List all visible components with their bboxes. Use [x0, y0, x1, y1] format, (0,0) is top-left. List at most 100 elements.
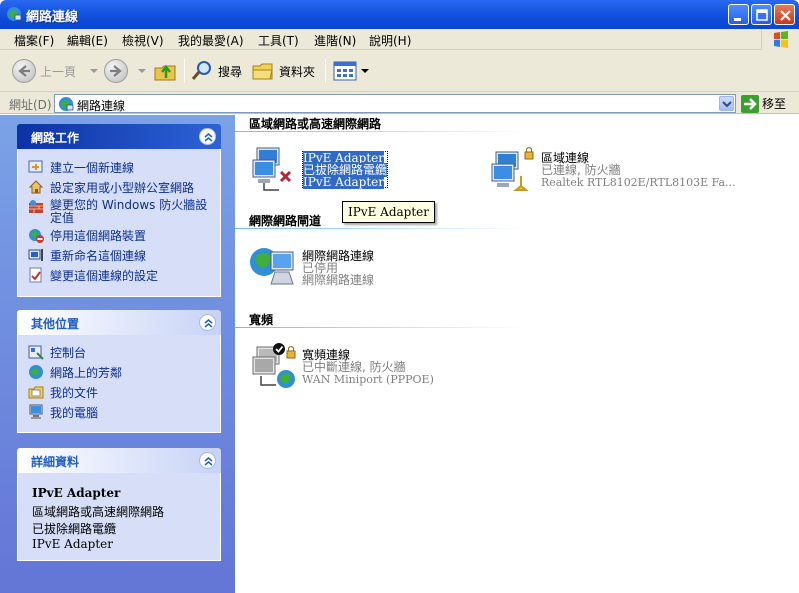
disable-device-icon — [29, 229, 44, 243]
task-label: 變更這個連線的設定 — [50, 269, 159, 283]
maximize-button[interactable] — [751, 4, 772, 25]
connection-device: IPvE Adapter — [303, 175, 385, 189]
task-pane: 網路工作 建立一個新連線 設定家用或小型辦公室網路 變更您的 Windows 防… — [0, 115, 235, 593]
section-header-lan: 區域網路或高速網際網路 — [249, 117, 382, 131]
task-label: 建立一個新連線 — [50, 161, 135, 175]
connection-device: WAN Miniport (PPPOE) — [302, 373, 434, 386]
menu-tools[interactable]: 工具(T) — [258, 32, 299, 49]
menu-help[interactable]: 說明(H) — [369, 32, 411, 49]
connection-local-area[interactable]: 區域連線 已連線, 防火牆 Realtek RTL8102E/RTL8103E … — [488, 146, 788, 194]
back-label: 上一頁 — [40, 64, 77, 79]
chevron-up-icon — [204, 319, 213, 328]
chevron-up-icon — [204, 457, 213, 466]
task-home-network[interactable]: 設定家用或小型辦公室網路 — [28, 179, 194, 196]
folders-label: 資料夾 — [279, 64, 316, 79]
collapse-button[interactable] — [199, 452, 216, 469]
connection-status: 已連線, 防火牆 — [541, 163, 621, 177]
menu-advanced[interactable]: 進階(N) — [314, 32, 356, 49]
chevron-up-icon — [204, 133, 213, 142]
lan-connected-firewall-icon — [491, 147, 534, 191]
place-control-panel[interactable]: 控制台 — [28, 344, 86, 361]
back-arrow-icon — [12, 59, 36, 83]
my-documents-icon — [28, 386, 44, 399]
firewall-icon — [29, 200, 43, 213]
details-header[interactable]: 詳細資料 — [17, 448, 221, 473]
chevron-down-icon — [138, 69, 146, 73]
section-divider — [235, 131, 525, 132]
folders-button[interactable]: 資料夾 — [251, 58, 315, 84]
section-divider — [235, 327, 525, 328]
details-title: 詳細資料 — [31, 455, 80, 469]
collapse-button[interactable] — [199, 128, 216, 145]
details-panel: 詳細資料 IPvE Adapter 區域網路或高速網際網路 已拔除網路電纜 IP… — [17, 448, 221, 561]
connection-device: Realtek RTL8102E/RTL8103E Fa... — [541, 176, 736, 189]
control-panel-icon — [28, 345, 44, 360]
tooltip: IPvE Adapter — [342, 201, 436, 223]
place-label: 我的文件 — [50, 386, 99, 400]
rename-icon — [28, 249, 43, 261]
close-button[interactable] — [774, 4, 795, 25]
task-new-connection[interactable]: 建立一個新連線 — [28, 159, 134, 176]
close-icon — [780, 10, 791, 21]
forward-arrow-icon — [104, 59, 128, 83]
connection-device: 網際網路連線 — [302, 273, 375, 287]
address-dropdown-button[interactable] — [719, 96, 734, 111]
title-bar[interactable]: 網路連線 — [0, 0, 799, 29]
section-header-gateway: 網際網路閘道 — [249, 214, 322, 228]
place-label: 我的電腦 — [50, 406, 99, 420]
my-computer-icon — [29, 404, 43, 419]
up-folder-button[interactable] — [153, 58, 177, 84]
go-arrow-icon — [741, 94, 759, 113]
windows-flag-icon — [774, 31, 788, 48]
other-places-header[interactable]: 其他位置 — [17, 310, 221, 335]
windows-logo — [761, 29, 799, 50]
task-rename-connection[interactable]: 重新命名這個連線 — [28, 247, 146, 264]
connection-broadband[interactable]: 寬頻連線 已中斷連線, 防火牆 WAN Miniport (PPPOE) — [249, 341, 469, 389]
place-label: 網路上的芳鄰 — [50, 366, 123, 380]
connection-ipve-adapter[interactable]: IPvE Adapter 已拔除網路電纜 IPvE Adapter — [249, 146, 429, 194]
menu-bar: 檔案(F) 編輯(E) 檢視(V) 我的最愛(A) 工具(T) 進階(N) 說明… — [0, 29, 799, 50]
menu-view[interactable]: 檢視(V) — [122, 32, 164, 49]
menu-edit[interactable]: 編輯(E) — [67, 32, 108, 49]
forward-button[interactable] — [104, 58, 146, 84]
details-device: IPvE Adapter — [32, 537, 114, 551]
minimize-icon — [734, 18, 741, 21]
toolbar: 上一頁 搜尋 資料夾 — [0, 50, 799, 92]
network-connections-icon — [59, 97, 74, 111]
task-label: 停用這個網路裝置 — [50, 229, 147, 243]
collapse-button[interactable] — [199, 314, 216, 331]
task-label: 變更您的 Windows 防火牆設定值 — [50, 198, 208, 225]
place-network-places[interactable]: 網路上的芳鄰 — [28, 364, 122, 381]
address-label: 網址(D) — [9, 98, 52, 112]
search-button[interactable]: 搜尋 — [190, 58, 242, 84]
place-my-documents[interactable]: 我的文件 — [28, 384, 98, 401]
section-header-broadband: 寬頻 — [249, 313, 274, 327]
go-label: 移至 — [762, 97, 787, 111]
back-button[interactable]: 上一頁 — [12, 58, 99, 84]
up-folder-icon — [154, 64, 176, 81]
task-change-settings[interactable]: 變更這個連線的設定 — [28, 267, 158, 284]
task-firewall-settings[interactable]: 變更您的 Windows 防火牆設定值 — [28, 199, 208, 225]
network-tasks-panel: 網路工作 建立一個新連線 設定家用或小型辦公室網路 變更您的 Windows 防… — [17, 124, 221, 297]
chevron-down-icon — [361, 69, 369, 73]
address-input[interactable]: 網路連線 — [54, 94, 736, 113]
chevron-down-icon — [722, 101, 732, 108]
search-icon — [191, 61, 211, 80]
place-label: 控制台 — [50, 346, 87, 360]
views-icon — [333, 61, 357, 81]
views-button[interactable] — [333, 58, 369, 84]
go-button[interactable]: 移至 — [741, 94, 786, 113]
network-tasks-title: 網路工作 — [31, 131, 80, 145]
details-status: 已拔除網路電纜 — [32, 522, 117, 536]
menu-favorites[interactable]: 我的最愛(A) — [178, 32, 244, 49]
folders-icon — [252, 63, 273, 80]
chevron-down-icon — [90, 69, 99, 73]
menu-file[interactable]: 檔案(F) — [14, 32, 54, 49]
address-value: 網路連線 — [77, 99, 126, 113]
connection-internet-gateway[interactable]: 網際網路連線 已停用 網際網路連線 — [249, 244, 449, 292]
network-tasks-header[interactable]: 網路工作 — [17, 124, 221, 149]
minimize-button[interactable] — [728, 4, 749, 25]
place-my-computer[interactable]: 我的電腦 — [28, 404, 98, 421]
task-disable-device[interactable]: 停用這個網路裝置 — [28, 227, 146, 244]
settings-icon — [29, 267, 42, 283]
